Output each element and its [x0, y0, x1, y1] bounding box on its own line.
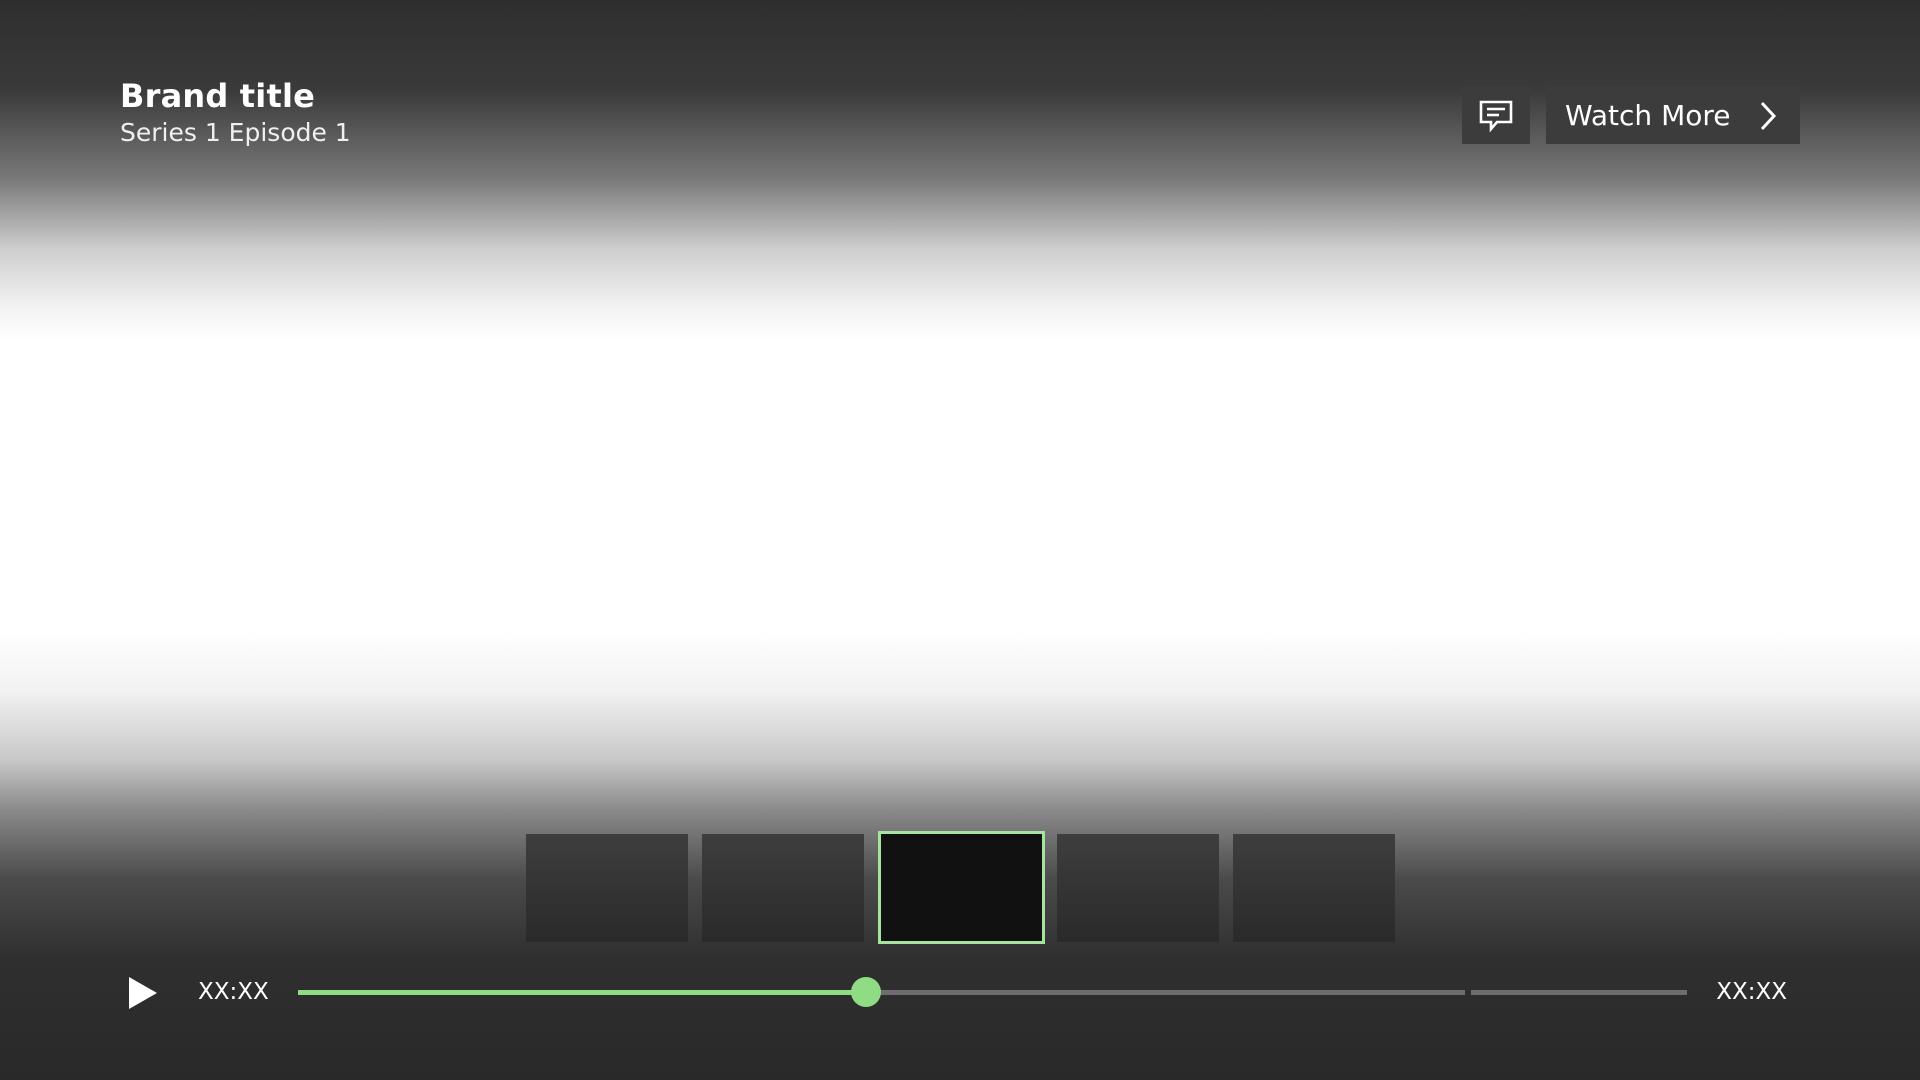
video-player: Brand title Series 1 Episode 1 Watch Mor…	[0, 0, 1920, 1080]
progress-track-segment[interactable]	[1471, 990, 1687, 995]
watch-more-button[interactable]: Watch More	[1546, 87, 1800, 144]
top-actions: Watch More	[1462, 87, 1800, 144]
play-icon[interactable]	[126, 975, 160, 1011]
total-time: XX:XX	[1716, 979, 1787, 1005]
current-time: XX:XX	[198, 979, 269, 1005]
thumbnail[interactable]	[702, 833, 864, 942]
speech-bubble-icon	[1479, 100, 1513, 133]
title-block: Brand title Series 1 Episode 1	[120, 76, 351, 150]
thumbnail[interactable]	[526, 833, 688, 942]
episode-title: Series 1 Episode 1	[120, 118, 351, 147]
thumbnail-selected[interactable]	[878, 831, 1045, 944]
chevron-right-icon	[1760, 101, 1777, 130]
thumbnail[interactable]	[1057, 833, 1219, 942]
thumbnail-strip	[526, 831, 1395, 944]
scrub-handle[interactable]	[851, 977, 882, 1007]
brand-title: Brand title	[120, 77, 316, 115]
thumbnail[interactable]	[1233, 833, 1395, 942]
watch-more-label: Watch More	[1565, 99, 1731, 132]
progress-fill	[298, 990, 867, 995]
progress-track[interactable]	[298, 977, 1465, 1007]
player-controls: XX:XX XX:XX	[0, 960, 1920, 1020]
subtitles-button[interactable]	[1462, 87, 1530, 144]
